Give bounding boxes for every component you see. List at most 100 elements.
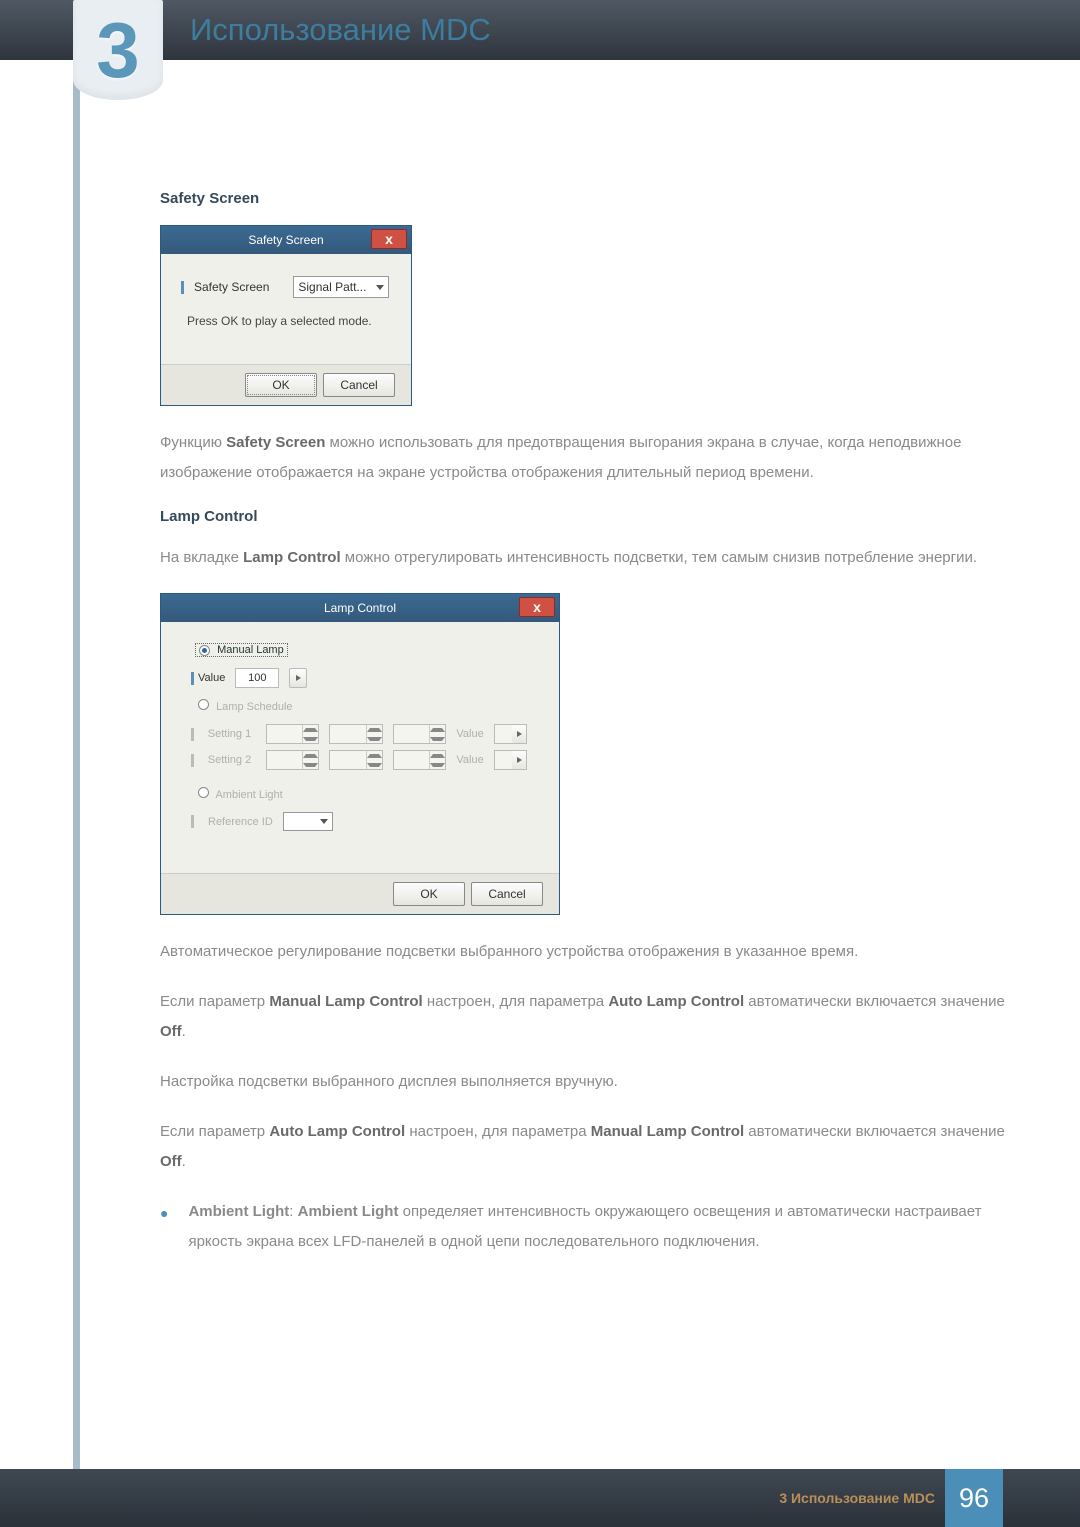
group-title-text: Ambient Light bbox=[215, 789, 282, 801]
safety-screen-dropdown[interactable]: Signal Patt... bbox=[293, 276, 389, 298]
text: Если параметр bbox=[160, 1123, 269, 1140]
ok-button[interactable]: OK bbox=[245, 373, 317, 397]
text-bold: Ambient Light bbox=[188, 1203, 289, 1220]
ambient-light-radio[interactable]: Ambient Light bbox=[195, 787, 286, 801]
caret-up-icon bbox=[430, 754, 445, 758]
footer-text: 3 Использование MDC bbox=[779, 1490, 935, 1506]
reference-label: Reference ID bbox=[208, 816, 273, 828]
setting-label: Setting 2 bbox=[208, 754, 256, 766]
cancel-button[interactable]: Cancel bbox=[323, 373, 395, 397]
caret-down-icon bbox=[430, 763, 445, 767]
lamp-control-heading: Lamp Control bbox=[160, 508, 1010, 525]
value-text: Value bbox=[456, 754, 483, 766]
field-label-text: Safety Screen bbox=[194, 280, 269, 294]
reference-id-row: Reference ID bbox=[191, 812, 527, 831]
page-content: Safety Screen Safety Screen x Safety Scr… bbox=[160, 190, 1010, 1277]
text: автоматически включается значение bbox=[744, 993, 1005, 1010]
chapter-badge: 3 bbox=[73, 0, 163, 100]
field-marker-icon bbox=[181, 281, 184, 294]
dialog-title-bar: Safety Screen x bbox=[161, 226, 411, 254]
setting-2-row: Setting 2 Value bbox=[191, 750, 527, 770]
ok-label: OK bbox=[420, 887, 437, 901]
ambient-light-bullet: ● Ambient Light: Ambient Light определяе… bbox=[160, 1197, 1010, 1257]
safety-screen-field-label: Safety Screen bbox=[181, 280, 269, 294]
ok-button[interactable]: OK bbox=[393, 882, 465, 906]
setting-1-row: Setting 1 Value bbox=[191, 724, 527, 744]
cancel-label: Cancel bbox=[488, 887, 525, 901]
auto-lamp-paragraph: Если параметр Auto Lamp Control настроен… bbox=[160, 1117, 1010, 1177]
text: настроен, для параметра bbox=[405, 1123, 591, 1140]
text-bold: Ambient Light bbox=[298, 1203, 399, 1220]
dialog-title: Lamp Control bbox=[324, 601, 396, 615]
reference-id-dropdown[interactable] bbox=[283, 812, 333, 831]
text-bold: Lamp Control bbox=[243, 549, 341, 566]
text-bold: Manual Lamp Control bbox=[591, 1123, 744, 1140]
close-icon[interactable]: x bbox=[371, 229, 407, 249]
caret-up-icon bbox=[303, 728, 318, 732]
manual-lamp-radio[interactable]: Manual Lamp bbox=[195, 643, 288, 657]
value-spinner[interactable] bbox=[494, 724, 527, 744]
caret-down-icon bbox=[430, 737, 445, 741]
text: Если параметр bbox=[160, 993, 269, 1010]
field-marker-icon bbox=[191, 754, 194, 767]
dialog-title: Safety Screen bbox=[248, 233, 323, 247]
safety-screen-hint: Press OK to play a selected mode. bbox=[187, 314, 391, 328]
value-input[interactable]: 100 bbox=[235, 668, 279, 688]
page-number: 96 bbox=[945, 1469, 1003, 1527]
text: . bbox=[182, 1023, 186, 1040]
caret-down-icon bbox=[367, 737, 382, 741]
safety-screen-row: Safety Screen Signal Patt... bbox=[181, 276, 391, 298]
group-title-text: Manual Lamp bbox=[217, 644, 284, 656]
lamp-schedule-radio[interactable]: Lamp Schedule bbox=[195, 699, 296, 713]
minute-spinner[interactable] bbox=[329, 724, 383, 744]
value-field-label: Value bbox=[191, 672, 225, 685]
value-label-text: Value bbox=[198, 672, 225, 684]
text-bold: Off bbox=[160, 1153, 182, 1170]
text-bold: Manual Lamp Control bbox=[269, 993, 422, 1010]
field-marker-icon bbox=[191, 728, 194, 741]
hour-spinner[interactable] bbox=[266, 724, 320, 744]
side-strip bbox=[73, 0, 80, 1475]
play-icon bbox=[517, 731, 522, 737]
lamp-control-intro: На вкладке Lamp Control можно отрегулиро… bbox=[160, 543, 1010, 573]
ambient-light-group: Ambient Light Reference ID bbox=[183, 796, 537, 845]
minute-spinner[interactable] bbox=[329, 750, 383, 770]
radio-off-icon bbox=[198, 787, 209, 798]
header-bar: 3 Использование MDC bbox=[0, 0, 1080, 60]
manual-lamp-group: Manual Lamp Value 100 bbox=[183, 652, 537, 696]
text: : bbox=[289, 1203, 297, 1220]
manual-setting-paragraph: Настройка подсветки выбранного дисплея в… bbox=[160, 1067, 1010, 1097]
lamp-control-dialog: Lamp Control x Manual Lamp Value 100 bbox=[160, 593, 560, 915]
chapter-number: 3 bbox=[96, 11, 139, 89]
caret-up-icon bbox=[303, 754, 318, 758]
setting-label: Setting 1 bbox=[208, 728, 256, 740]
safety-screen-heading: Safety Screen bbox=[160, 190, 1010, 207]
close-icon[interactable]: x bbox=[519, 597, 555, 617]
play-button[interactable] bbox=[289, 668, 307, 688]
field-marker-icon bbox=[191, 672, 194, 685]
cancel-button[interactable]: Cancel bbox=[471, 882, 543, 906]
manual-lamp-paragraph: Если параметр Manual Lamp Control настро… bbox=[160, 987, 1010, 1047]
text-bold: Safety Screen bbox=[226, 434, 325, 451]
dialog-footer: OK Cancel bbox=[161, 873, 559, 914]
text: Функцию bbox=[160, 434, 226, 451]
dialog-body: Safety Screen Signal Patt... Press OK to… bbox=[161, 254, 411, 364]
ok-label: OK bbox=[272, 378, 289, 392]
ampm-spinner[interactable] bbox=[393, 750, 447, 770]
text-bold: Auto Lamp Control bbox=[608, 993, 744, 1010]
text: . bbox=[182, 1153, 186, 1170]
caret-down-icon bbox=[303, 737, 318, 741]
caret-up-icon bbox=[367, 754, 382, 758]
auto-adjust-paragraph: Автоматическое регулирование подсветки в… bbox=[160, 937, 1010, 967]
safety-screen-paragraph: Функцию Safety Screen можно использовать… bbox=[160, 428, 1010, 488]
hour-spinner[interactable] bbox=[266, 750, 320, 770]
chevron-down-icon bbox=[320, 819, 328, 824]
caret-up-icon bbox=[430, 728, 445, 732]
lamp-schedule-group: Lamp Schedule Setting 1 Value Setting 2 bbox=[183, 708, 537, 784]
play-icon bbox=[296, 675, 301, 681]
text: На вкладке bbox=[160, 549, 243, 566]
value-spinner[interactable] bbox=[494, 750, 527, 770]
radio-off-icon bbox=[198, 699, 209, 710]
ampm-spinner[interactable] bbox=[393, 724, 447, 744]
caret-up-icon bbox=[367, 728, 382, 732]
